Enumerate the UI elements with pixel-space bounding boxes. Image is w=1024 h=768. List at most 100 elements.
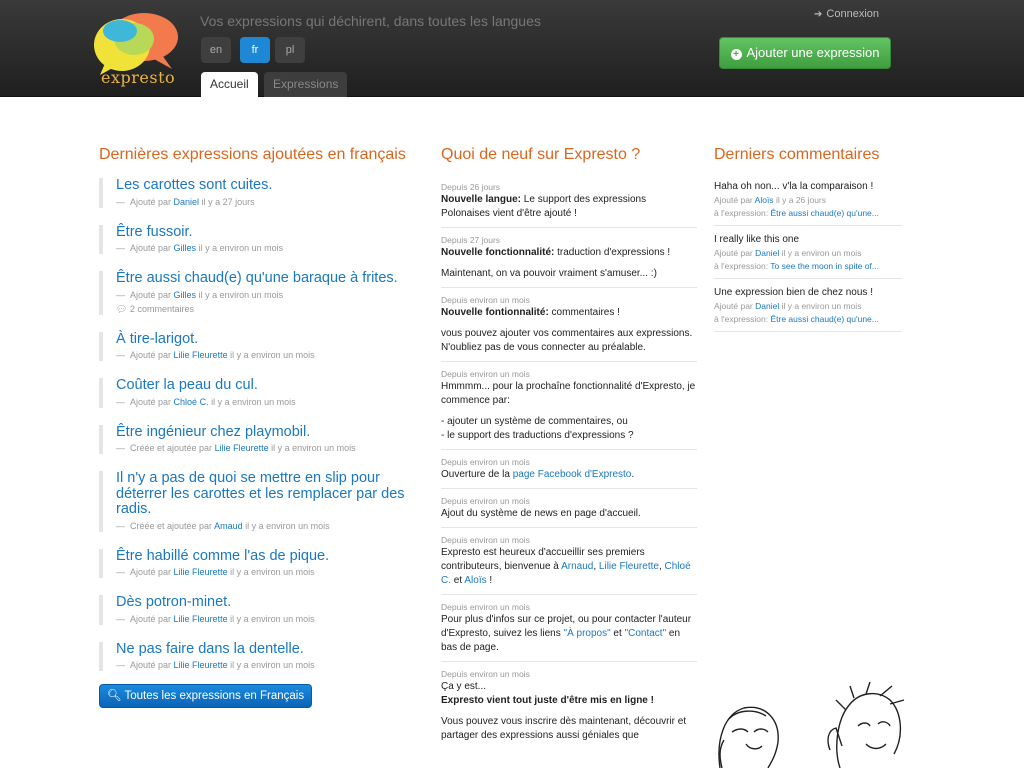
comment-count[interactable]: 💬︎ 2 commentaires <box>116 304 409 315</box>
lang-fr-button[interactable]: fr <box>240 37 270 63</box>
author-link[interactable]: Amaud <box>214 521 243 531</box>
author-link[interactable]: Chloé C. <box>174 397 209 407</box>
user-link-alois[interactable]: Aloïs <box>464 575 486 586</box>
comment-item: I really like this one Ajouté par Daniel… <box>714 233 902 279</box>
lang-en-button[interactable]: en <box>201 37 231 63</box>
expression-link[interactable]: To see the moon in spite of... <box>770 261 879 271</box>
news-text: Hmmmm... pour la prochaîne fonctionnalit… <box>441 381 696 406</box>
author-link[interactable]: Lilie Fleurette <box>174 350 228 360</box>
contact-link[interactable]: "Contact" <box>625 628 667 639</box>
add-expression-button[interactable]: + Ajouter une expression <box>719 37 891 69</box>
meta-prefix: Ajouté par <box>130 660 172 670</box>
news-text: Ajout du système de news en page d'accue… <box>441 508 641 519</box>
meta-time: il y a environ un mois <box>230 350 315 360</box>
meta-prefix: Créée et ajoutée par <box>130 443 213 453</box>
expression-item: Être aussi chaud(e) qu'une baraque à fri… <box>99 270 409 315</box>
author-link[interactable]: Lilie Fleurette <box>174 614 228 624</box>
expression-link[interactable]: Être ingénieur chez playmobil. <box>116 424 409 441</box>
news-extra: Vous pouvez vous inscrire dès maintenant… <box>441 716 687 741</box>
news-body: . <box>631 469 635 480</box>
comment-item: Haha oh non... v'la la comparaison ! Ajo… <box>714 180 902 226</box>
expression-meta: — Ajouté par Gilles il y a environ un moi… <box>116 243 284 253</box>
news-date: Depuis environ un mois <box>441 669 530 679</box>
news-body: et <box>453 575 463 586</box>
expression-link[interactable]: Dès potron-minet. <box>116 594 409 611</box>
author-link[interactable]: Daniel <box>174 197 200 207</box>
meta-prefix: Ajouté par <box>130 196 172 207</box>
author-link[interactable]: Aloïs <box>755 195 774 205</box>
author-link[interactable]: Gilles <box>174 290 197 300</box>
expression-meta: — Ajouté par Lilie Fleurette il y a envir… <box>116 350 315 360</box>
expression-link[interactable]: Être aussi chaud(e) qu'une baraque à fri… <box>116 270 409 287</box>
comment-item: Une expression bien de chez nous ! Ajout… <box>714 286 902 332</box>
news-body: Ouverture de la <box>441 469 513 480</box>
news-extra: Maintenant, on va pouvoir vraiment s'amu… <box>441 268 657 279</box>
news-list-line: - le support des traductions d'expressio… <box>441 430 634 441</box>
news-text: Nouvelle fontionnalité: commentaires ! <box>441 306 697 320</box>
expression-link[interactable]: Il n'y a pas de quoi se mettre en slip p… <box>116 470 409 518</box>
meta-time: il y a 27 jours <box>201 196 255 207</box>
expression-link[interactable]: Être aussi chaud(e) qu'une... <box>770 314 878 324</box>
meta-prefix: Ajouté par <box>130 289 172 300</box>
expression-item: Dès potron-minet. — Ajouté par Lilie Fleu… <box>99 594 409 625</box>
expression-link[interactable]: Être habillé comme l'as de pique. <box>116 548 409 565</box>
author-link[interactable]: Daniel <box>755 301 779 311</box>
news-item: Depuis environ un mois Ouverture de la p… <box>441 456 697 489</box>
comment-meta: Ajouté par Daniel il y a environ un mois <box>714 247 902 260</box>
comments-list: Haha oh non... v'la la comparaison ! Ajo… <box>714 180 902 339</box>
all-expressions-label: Toutes les expressions en Français <box>124 690 305 702</box>
news-bold: Expresto vient tout juste d'être mis en … <box>441 695 654 706</box>
logo-text: expresto <box>101 68 176 87</box>
add-expression-label: Ajouter une expression <box>746 45 880 60</box>
search-icon: 🔍︎ <box>106 690 122 702</box>
tab-accueil[interactable]: Accueil <box>201 72 258 97</box>
top-navbar: expresto Vos expressions qui déchirent, … <box>0 0 1024 97</box>
news-body: et <box>610 628 625 639</box>
comment-count-label: 2 commentaires <box>129 303 194 314</box>
expression-link[interactable]: Les carottes sont cuites. <box>116 177 409 194</box>
meta-time: il y a environ un mois <box>211 396 296 407</box>
meta-time: il y a environ un mois <box>781 301 862 311</box>
news-item: Depuis environ un mois Ajout du système … <box>441 495 697 528</box>
author-link[interactable]: Daniel <box>755 248 779 258</box>
expression-meta: — Créée et ajoutée par Lilie Fleurette il… <box>116 443 356 453</box>
author-link[interactable]: Gilles <box>174 243 197 253</box>
expression-link[interactable]: Ne pas faire dans la dentelle. <box>116 641 409 658</box>
expression-link[interactable]: Être aussi chaud(e) qu'une... <box>770 208 878 218</box>
meta-time: il y a 26 jours <box>775 195 827 205</box>
news-date: Depuis 27 jours <box>441 235 501 245</box>
news-body: ! <box>489 575 493 586</box>
news-text: Nouvelle fonctionnalité: traduction d'ex… <box>441 246 697 260</box>
meta-time: il y a environ un mois <box>198 289 284 300</box>
author-link[interactable]: Lilie Fleurette <box>174 660 228 670</box>
lang-pl-button[interactable]: pl <box>275 37 305 63</box>
comment-expression: à l'expression: Être aussi chaud(e) qu'u… <box>714 313 902 326</box>
news-date: Depuis environ un mois <box>441 496 530 506</box>
expression-item: Être habillé comme l'as de pique. — Ajout… <box>99 548 409 578</box>
tagline: Vos expressions qui déchirent, dans tout… <box>200 13 541 29</box>
user-link-lilie[interactable]: Lilie Fleurette <box>599 561 659 572</box>
latest-expressions-title: Dernières expressions ajoutées en frança… <box>99 146 406 163</box>
news-text: Nouvelle langue: Le support des expressi… <box>441 193 697 221</box>
user-link-arnaud[interactable]: Arnaud <box>561 561 593 572</box>
expression-meta: — Créée et ajoutée par Amaud il y a envir… <box>116 520 330 531</box>
tab-expressions[interactable]: Expressions <box>264 72 348 97</box>
news-extra: vous pouvez ajouter vos commentaires aux… <box>441 328 693 353</box>
login-link[interactable]: ➔ Connexion <box>814 8 879 20</box>
news-text: Pour plus d'infos sur ce projet, ou pour… <box>441 613 697 655</box>
all-expressions-button[interactable]: 🔍︎ Toutes les expressions en Français <box>99 684 312 708</box>
news-body: traduction d'expressions ! <box>554 247 671 258</box>
meta-prefix: Ajouté par <box>714 248 753 258</box>
expression-link[interactable]: À tire-larigot. <box>116 331 409 348</box>
expression-link[interactable]: Coûter la peau du cul. <box>116 377 409 394</box>
about-link[interactable]: "À propos" <box>564 628 611 639</box>
news-date: Depuis environ un mois <box>441 457 530 467</box>
news-list-line: - ajouter un système de commentaires, ou <box>441 416 628 427</box>
comment-expression: à l'expression: To see the moon in spite… <box>714 260 902 273</box>
meta-prefix: Ajouté par <box>130 613 172 624</box>
author-link[interactable]: Lilie Fleurette <box>174 567 228 577</box>
expression-link[interactable]: Être fussoir. <box>116 224 409 241</box>
facebook-link[interactable]: page Facebook d'Expresto <box>513 469 632 480</box>
meta-time: il y a environ un mois <box>198 243 284 253</box>
author-link[interactable]: Lilie Fleurette <box>215 443 269 453</box>
